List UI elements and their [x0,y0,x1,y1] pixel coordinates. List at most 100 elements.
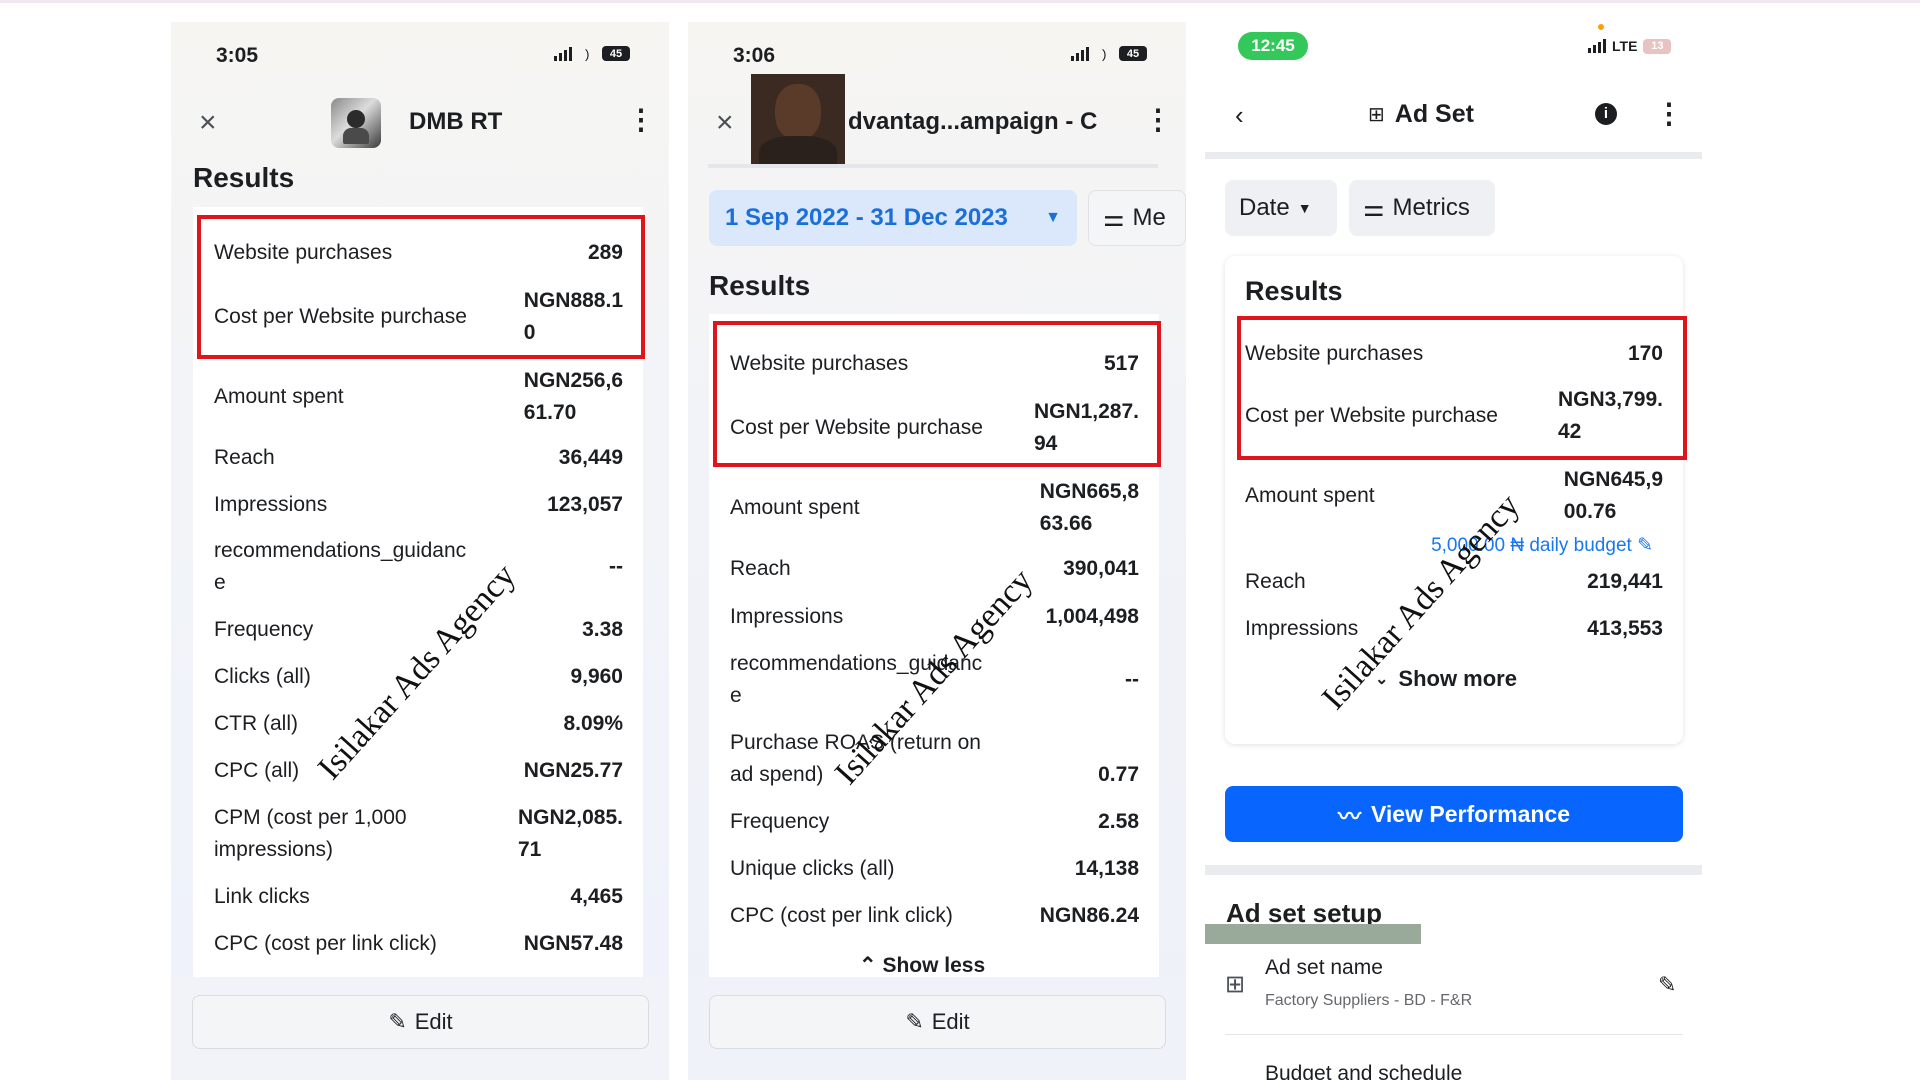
metric-label: CTR (all) [214,712,298,735]
header-title: ⊞ Ad Set [1368,100,1474,129]
metric-row: Impressions 1,004,498 [709,601,1159,633]
metric-row: Website purchases 170 [1225,338,1683,370]
results-heading: Results [1245,276,1343,306]
metrics-chip-label: Metrics [1392,194,1470,221]
metrics-chip[interactable]: ⚌ Me [1088,190,1186,246]
metric-row: CPM (cost per 1,000 impressions) NGN2,08… [193,802,643,866]
metric-value: 517 [1103,352,1139,375]
results-heading: Results [193,162,295,193]
metric-row: Reach 36,449 [193,442,643,474]
battery-icon: 45 [1119,46,1147,61]
back-chevron-icon[interactable]: ‹ [1235,100,1244,131]
metric-label: Amount spent [730,496,860,519]
metric-value: 14,138 [1074,857,1139,880]
network-label: LTE [1612,38,1638,54]
more-options-icon[interactable]: ⋮ [1144,106,1172,134]
pencil-icon: ✎ [905,1009,924,1034]
phone-screenshot-2: 3:06 ﹚ 45 × dvantag...ampaign - C ⋮ 1 Se… [688,22,1186,1080]
view-performance-label: View Performance [1370,800,1570,827]
pencil-icon: ✎ [1637,535,1653,556]
metric-row: Cost per Website purchase NGN1,287. 94 [709,396,1159,460]
metric-row: Amount spent NGN645,9 00.76 [1225,464,1683,528]
metric-row: Cost per Website purchase NGN888.1 0 [193,285,643,349]
sliders-icon: ⚌ [1103,204,1125,232]
metric-label: Website purchases [1245,342,1424,365]
metric-label: CPC (cost per link click) [730,904,953,927]
metric-value: 413,553 [1587,617,1663,640]
metric-label: Impressions [1245,617,1359,640]
metric-value: 3.38 [582,618,623,641]
close-icon[interactable]: × [716,108,734,138]
date-range-picker[interactable]: 1 Sep 2022 - 31 Dec 2023 ▼ [709,190,1077,246]
metric-label: Frequency [214,618,314,641]
metric-label: CPM (cost per 1,000 impressions) [214,806,407,861]
metric-row: Cost per Website purchase NGN3,799. 42 [1225,384,1683,448]
metric-value: 36,449 [558,446,623,469]
metric-row: Amount spent NGN256,6 61.70 [193,365,643,429]
metric-value: NGN2,085. 71 [517,806,623,861]
caret-down-icon: ▼ [1297,200,1312,216]
metric-label: Reach [730,557,791,580]
status-time: 3:05 [216,44,259,67]
metric-label: Cost per Website purchase [730,416,983,439]
metric-value: -- [1125,668,1139,691]
budget-schedule-label[interactable]: Budget and schedule [1265,1062,1462,1080]
metric-label: Impressions [730,605,844,628]
edit-label: Edit [414,1009,453,1034]
metric-row: Impressions 413,553 [1225,613,1683,645]
row-divider [1225,1034,1683,1035]
ad-set-name-label: Ad set name [1265,956,1383,979]
metric-row: Link clicks 4,465 [193,881,643,913]
metric-value: 0.77 [1098,763,1139,786]
metric-label: Clicks (all) [214,665,311,688]
ad-set-name-value: Factory Suppliers - BD - F&R [1265,992,1473,1009]
status-time: 3:06 [733,44,776,67]
date-chip-label: Date [1239,194,1290,221]
trend-icon: 〰 [1337,803,1361,829]
status-icons: ﹚ 45 [1071,43,1147,64]
pencil-icon: ✎ [388,1009,407,1034]
metric-row: CTR (all) 8.09% [193,708,643,740]
sliders-icon: ⚌ [1363,194,1385,222]
metric-label: recommendations_guidanc e [214,539,467,594]
more-options-icon[interactable]: ⋮ [1655,100,1683,128]
metrics-chip[interactable]: ⚌ Metrics [1349,180,1495,236]
metric-label: Reach [1245,570,1306,593]
results-list: Website purchases 289 Cost per Website p… [193,207,645,1007]
more-options-icon[interactable]: ⋮ [627,106,655,134]
page-title: dvantag...ampaign - C [848,108,1098,135]
metric-value: NGN3,799. 42 [1557,388,1663,443]
metric-label: Amount spent [1245,484,1375,507]
header-divider [708,164,1158,168]
pencil-icon[interactable]: ✎ [1658,972,1676,998]
phone-screenshot-3: 12:45 LTE 13 ‹ ⊞ Ad Set i ⋮ Date ▼ ⚌ Met… [1205,22,1702,1080]
show-more-button[interactable]: ⌄ Show more [1375,666,1517,692]
metric-label: Website purchases [730,352,909,375]
metric-value: 1,004,498 [1045,605,1139,628]
edit-button[interactable]: ✎ Edit [192,995,649,1049]
metric-value: NGN888.1 0 [523,289,623,344]
phone-screenshot-1: 3:05 ﹚ 45 × DMB RT ⋮ Results Website pur… [171,22,669,1080]
metric-label: Amount spent [214,385,344,408]
date-chip[interactable]: Date ▼ [1225,180,1337,236]
edit-button[interactable]: ✎ Edit [709,995,1166,1049]
info-icon[interactable]: i [1595,103,1617,125]
metric-label: Reach [214,446,275,469]
privacy-dot [1598,24,1604,30]
wifi-icon: ﹚ [1095,43,1113,64]
status-icons: LTE 13 [1588,38,1672,54]
page-title: DMB RT [409,108,503,135]
metric-row: Website purchases 289 [193,237,643,269]
metric-label: Cost per Website purchase [214,305,467,328]
signal-icon [1071,46,1089,61]
metric-value: NGN645,9 00.76 [1563,468,1663,523]
caret-down-icon: ▼ [1045,209,1061,226]
metric-value: NGN86.24 [1039,904,1139,927]
metric-row: CPC (all) NGN25.77 [193,755,643,787]
ad-set-grid-icon: ⊞ [1368,104,1385,126]
metric-row: Frequency 2.58 [709,806,1159,838]
close-icon[interactable]: × [199,108,217,138]
metric-row: CPC (cost per link click) NGN86.24 [709,900,1159,932]
metric-label: Impressions [214,493,328,516]
view-performance-button[interactable]: 〰 View Performance [1225,786,1683,842]
